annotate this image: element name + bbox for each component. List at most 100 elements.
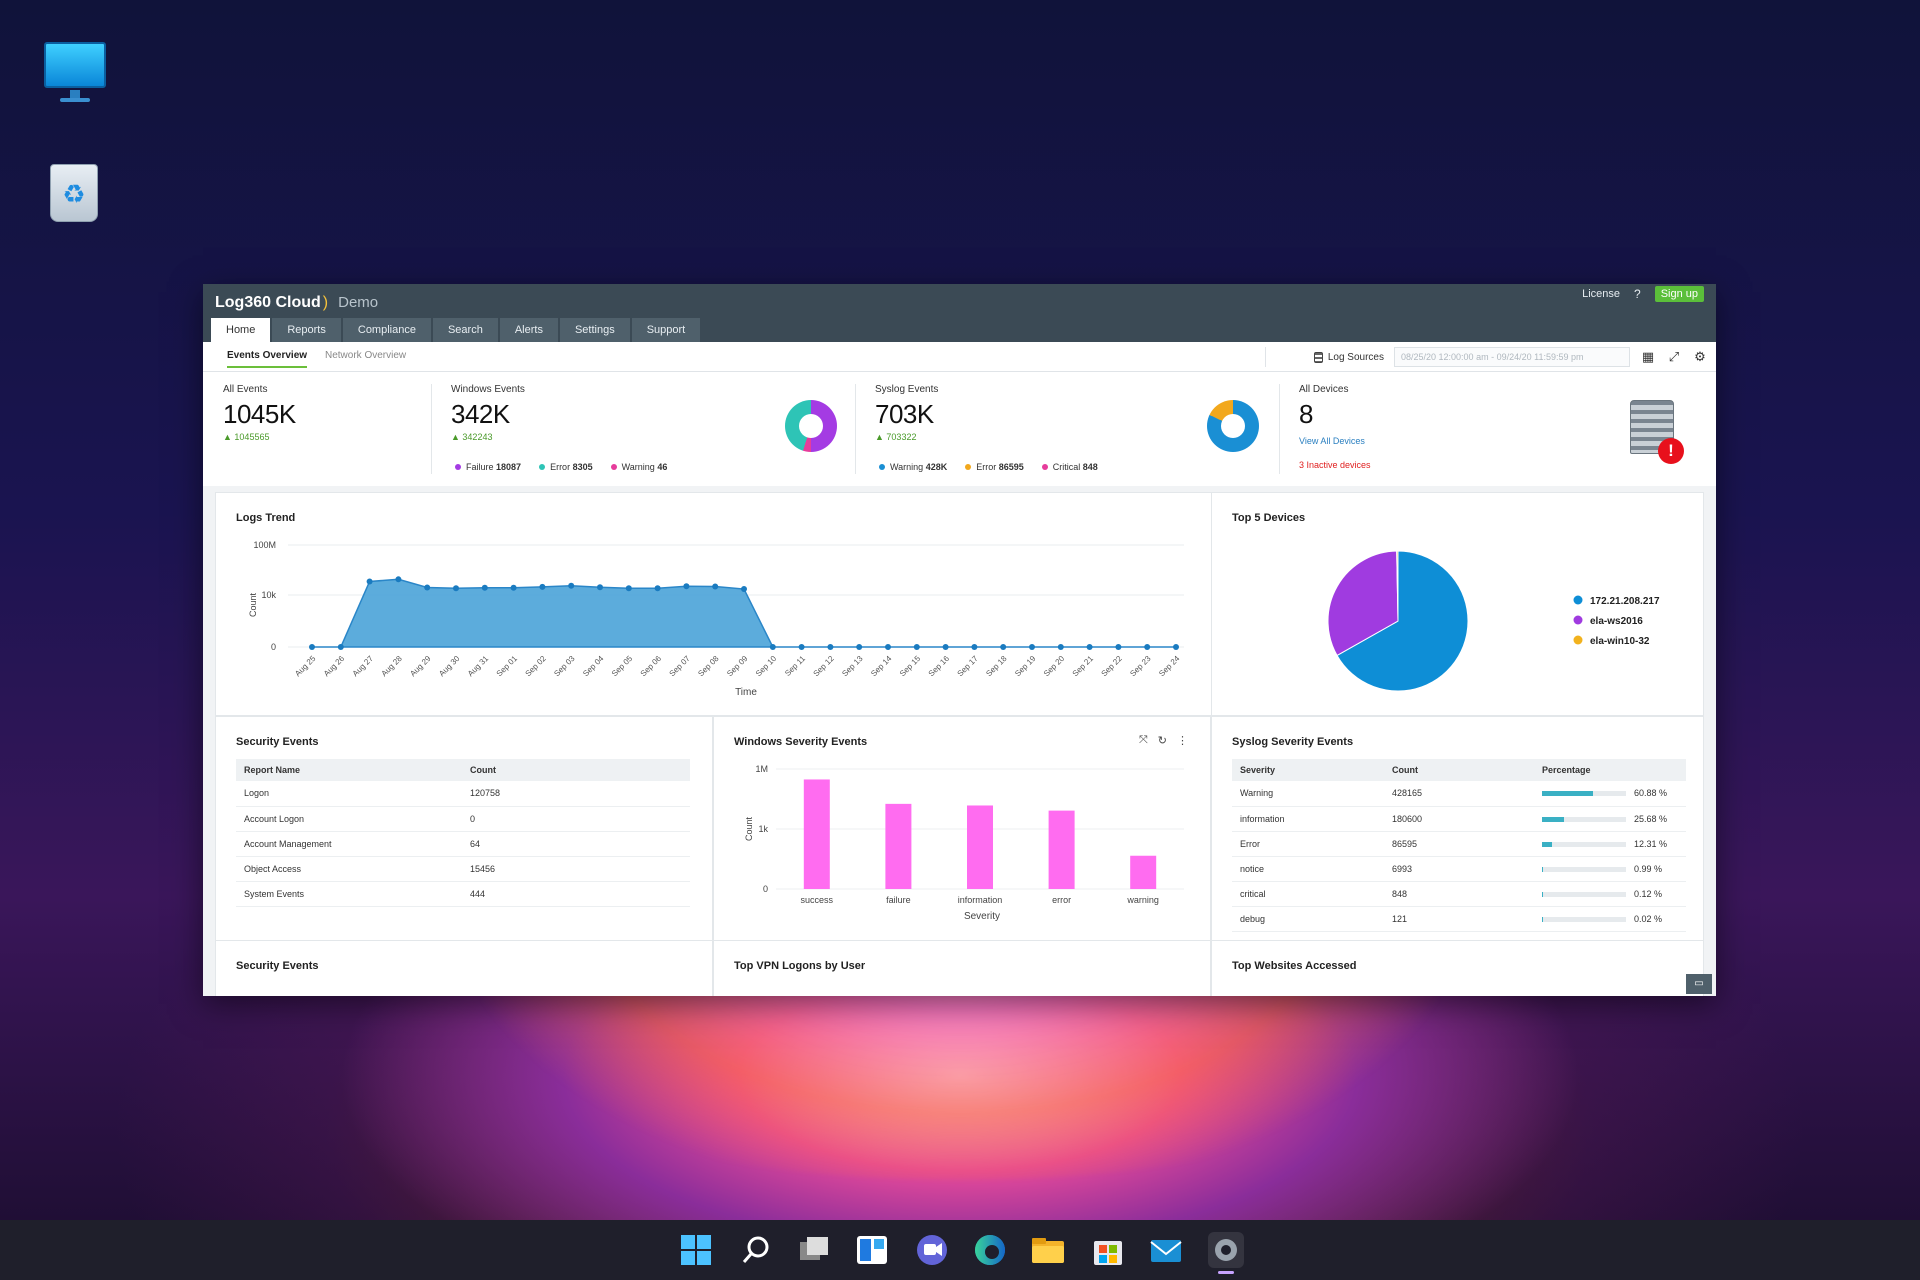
x-tick-label: Aug 31 [466,654,491,679]
signup-button[interactable]: Sign up [1654,286,1704,302]
column-header[interactable]: Severity [1232,759,1384,781]
report-name: Account Management [236,831,462,857]
x-tick-label: Sep 21 [1071,654,1096,679]
tab-alerts[interactable]: Alerts [499,318,558,342]
windows-donut-chart[interactable] [785,400,837,452]
x-tick-label: Sep 05 [610,654,635,679]
subtab-network-overview[interactable]: Network Overview [325,350,406,361]
tab-search[interactable]: Search [432,318,498,342]
windows-events-stat[interactable]: Windows Events 342K 342243 [451,384,525,442]
this-pc-desktop-icon[interactable] [40,38,110,108]
table-row[interactable]: Warning 428165 60.88 % [1232,781,1686,807]
table-row[interactable]: debug 121 0.02 % [1232,906,1686,932]
start-icon[interactable] [678,1232,714,1268]
table-row[interactable]: information 180600 25.68 % [1232,806,1686,832]
legend-marker [1573,595,1583,605]
database-icon [1313,351,1323,363]
table-row[interactable]: Error 86595 12.31 % [1232,831,1686,857]
stat-value: 1045K [223,399,296,429]
x-tick-label: Sep 16 [927,654,952,679]
syslog-donut-chart[interactable] [1207,400,1259,452]
percentage-value: 60.88 % [1634,788,1668,799]
x-tick-label: Sep 24 [1157,654,1182,679]
x-tick-label: Aug 26 [322,654,347,679]
brand-name: Log360 Cloud [215,294,321,311]
data-point [683,583,690,590]
stat-label: All Devices [1299,384,1349,395]
data-point [395,576,402,583]
percentage-value: 0.12 % [1634,888,1663,899]
stat-value: 342K [451,399,510,429]
top-devices-pie-chart[interactable]: 172.21.208.217 ela-ws2016 ela-win10-32 [1212,493,1703,715]
mail-icon[interactable] [1148,1232,1184,1268]
store-icon[interactable] [1090,1232,1126,1268]
table-row[interactable]: Account Logon 0 [236,806,690,832]
column-header[interactable]: Report Name [236,759,462,781]
data-point [654,585,661,592]
x-tick-label: Sep 02 [524,654,549,679]
column-header[interactable]: Percentage [1534,759,1686,781]
logs-trend-chart[interactable]: 100M10k0CountAug 25 Aug 26 Aug 27 Aug 28 Aug… [216,493,1212,715]
x-tick-label: Aug 25 [293,654,318,679]
all-events-stat[interactable]: All Events 1045K 1045565 [223,384,296,442]
table-row[interactable]: System Events 444 [236,881,690,907]
windows-legend: Failure 18087 Error 8305 Warning 46 [455,462,667,472]
percentage-cell: 0.99 % [1534,856,1686,882]
column-header[interactable]: Count [462,759,690,781]
y-axis-label: Count [248,593,258,618]
chat-icon[interactable] [914,1232,950,1268]
table-row[interactable]: Logon 120758 [236,781,690,807]
recycle-bin-desktop-icon[interactable]: ♻ [40,160,110,230]
settings-icon[interactable] [1208,1232,1244,1274]
edge-icon[interactable] [972,1232,1008,1268]
x-tick-label: Sep 03 [552,654,577,679]
legend-marker [1573,615,1583,625]
tab-reports[interactable]: Reports [272,318,341,342]
tab-settings[interactable]: Settings [559,318,630,342]
sub-actions: Log Sources 08/25/20 12:00:00 am - 09/24… [1264,347,1708,367]
calendar-icon[interactable]: ▦ [1640,349,1656,365]
table-row[interactable]: notice 6993 0.99 % [1232,856,1686,882]
brand-logo[interactable]: Log360 Cloud) Demo [215,294,378,312]
fullscreen-icon[interactable]: ⤢ [1666,349,1682,365]
tab-support[interactable]: Support [631,318,701,342]
x-tick-label: Sep 04 [581,654,606,679]
legend-label: ela-ws2016 [1590,616,1643,627]
severity-cell: Error [1232,831,1384,857]
all-devices-stat[interactable]: All Devices 8 View All Devices 3 Inactiv… [1299,384,1371,470]
syslog-events-stat[interactable]: Syslog Events 703K 703322 [875,384,938,442]
data-point [769,644,776,650]
divider [1279,384,1280,474]
help-icon[interactable]: ? [1634,287,1641,301]
chat-icon[interactable]: ▭ [1686,974,1712,994]
date-range-input[interactable]: 08/25/20 12:00:00 am - 09/24/20 11:59:59… [1394,347,1630,367]
subtab-events-overview[interactable]: Events Overview [227,350,308,368]
count-cell: 6993 [1384,856,1534,882]
search-icon[interactable] [738,1232,774,1268]
table-row[interactable]: Account Management 64 [236,831,690,857]
bar [1130,855,1157,889]
widgets-icon[interactable] [854,1232,890,1268]
file-explorer-icon[interactable] [1030,1232,1066,1268]
windows-severity-bar-chart[interactable]: 1M 1k 0 Count success failure information error… [714,717,1210,941]
inactive-devices-link[interactable]: 3 Inactive devices [1299,460,1371,470]
table-row[interactable]: critical 848 0.12 % [1232,881,1686,907]
column-header[interactable]: Count [1384,759,1534,781]
task-view-icon[interactable] [796,1232,832,1268]
tab-home[interactable]: Home [211,318,271,342]
table-row[interactable]: Object Access 15456 [236,856,690,882]
tab-compliance[interactable]: Compliance [342,318,431,342]
windows-severity-panel: Windows Severity Events ⤧ ↻ ⋮ 1M 1k 0 Count… [713,716,1211,942]
legend-error: Error 86595 [965,462,1024,472]
license-link[interactable]: License [1582,288,1620,300]
severity-cell: notice [1232,856,1384,882]
gear-icon[interactable]: ⚙ [1692,349,1708,365]
percentage-bar-fill [1542,816,1564,822]
log-sources-button[interactable]: Log Sources [1264,347,1384,367]
data-point [568,582,575,589]
view-all-devices-link[interactable]: View All Devices [1299,436,1371,446]
legend-failure: Failure 18087 [455,462,521,472]
data-point [827,644,834,650]
x-tick-label: Sep 19 [1013,654,1038,679]
report-count: 15456 [462,856,690,882]
